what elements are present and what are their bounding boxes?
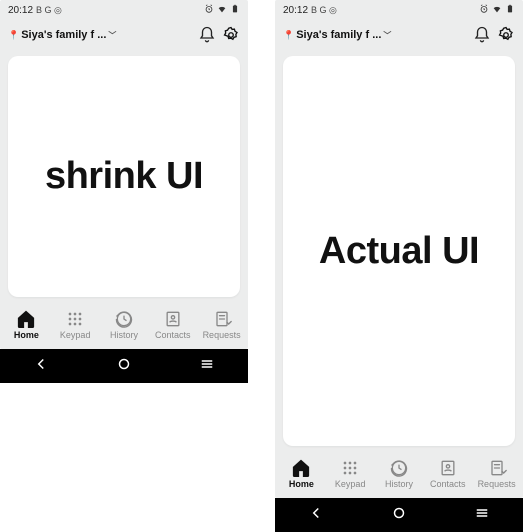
- chevron-down-icon: ﹀: [108, 30, 116, 41]
- bottom-nav: Home Keypad History Contacts Requests: [0, 301, 248, 349]
- android-nav-bar: [275, 498, 523, 532]
- chevron-down-icon: ﹀: [383, 30, 391, 41]
- tab-contacts[interactable]: Contacts: [423, 458, 472, 489]
- tab-keypad[interactable]: Keypad: [326, 458, 375, 489]
- app-header: 📍 Siya's family f ... ﹀: [275, 20, 523, 50]
- tab-label: Requests: [203, 330, 241, 340]
- android-home-button[interactable]: [390, 504, 408, 527]
- tab-contacts[interactable]: Contacts: [148, 309, 197, 340]
- battery-icon: [230, 4, 240, 17]
- phone-mock-shrink: 20:12 B G ◎ 📍 Siya's family f ... ﹀: [0, 0, 248, 383]
- tab-requests[interactable]: Requests: [197, 309, 246, 340]
- pin-icon: 📍: [8, 30, 19, 41]
- bottom-nav: Home Keypad History Contacts Requests: [275, 450, 523, 498]
- main-card: Actual UI: [283, 56, 515, 446]
- main-card: shrink UI: [8, 56, 240, 297]
- tab-label: Keypad: [335, 479, 366, 489]
- family-selector[interactable]: 📍 Siya's family f ... ﹀: [8, 29, 116, 41]
- app-header: 📍 Siya's family f ... ﹀: [0, 20, 248, 50]
- phone-mock-actual: 20:12 B G ◎ 📍 Siya's family f ... ﹀: [275, 0, 523, 532]
- tab-label: Home: [289, 479, 314, 489]
- header-actions: [473, 26, 515, 44]
- card-text: shrink UI: [45, 155, 203, 198]
- android-back-button[interactable]: [32, 355, 50, 378]
- tab-home[interactable]: Home: [277, 458, 326, 489]
- phone-body: 20:12 B G ◎ 📍 Siya's family f ... ﹀: [275, 0, 523, 498]
- breadcrumb-text: Siya's family f ...: [21, 29, 106, 41]
- tab-label: Requests: [478, 479, 516, 489]
- tab-label: Contacts: [430, 479, 466, 489]
- status-bar-right: [204, 4, 240, 17]
- family-selector[interactable]: 📍 Siya's family f ... ﹀: [283, 29, 391, 41]
- card-area: shrink UI: [0, 50, 248, 301]
- wifi-icon: [217, 4, 227, 17]
- android-recents-button[interactable]: [473, 504, 491, 527]
- android-home-button[interactable]: [115, 355, 133, 378]
- tab-label: History: [385, 479, 413, 489]
- status-bar-right: [479, 4, 515, 17]
- status-indicators: B G ◎: [36, 5, 62, 16]
- tab-label: Home: [14, 330, 39, 340]
- battery-icon: [505, 4, 515, 17]
- gear-icon[interactable]: [497, 26, 515, 44]
- wifi-icon: [492, 4, 502, 17]
- tab-home[interactable]: Home: [2, 309, 51, 340]
- status-bar-left: 20:12 B G ◎: [283, 5, 337, 16]
- tab-label: Keypad: [60, 330, 91, 340]
- tab-label: Contacts: [155, 330, 191, 340]
- card-area: Actual UI: [275, 50, 523, 450]
- tab-label: History: [110, 330, 138, 340]
- tab-requests[interactable]: Requests: [472, 458, 521, 489]
- tab-history[interactable]: History: [375, 458, 424, 489]
- status-bar-left: 20:12 B G ◎: [8, 5, 62, 16]
- android-recents-button[interactable]: [198, 355, 216, 378]
- bell-icon[interactable]: [473, 26, 491, 44]
- pin-icon: 📍: [283, 30, 294, 41]
- status-time: 20:12: [283, 5, 308, 16]
- tab-keypad[interactable]: Keypad: [51, 309, 100, 340]
- breadcrumb-text: Siya's family f ...: [296, 29, 381, 41]
- alarm-icon: [204, 4, 214, 17]
- tab-history[interactable]: History: [100, 309, 149, 340]
- status-indicators: B G ◎: [311, 5, 337, 16]
- android-nav-bar: [0, 349, 248, 383]
- header-actions: [198, 26, 240, 44]
- alarm-icon: [479, 4, 489, 17]
- android-back-button[interactable]: [307, 504, 325, 527]
- gear-icon[interactable]: [222, 26, 240, 44]
- status-time: 20:12: [8, 5, 33, 16]
- status-bar: 20:12 B G ◎: [0, 0, 248, 20]
- card-text: Actual UI: [319, 230, 479, 273]
- phone-body: 20:12 B G ◎ 📍 Siya's family f ... ﹀: [0, 0, 248, 349]
- bell-icon[interactable]: [198, 26, 216, 44]
- status-bar: 20:12 B G ◎: [275, 0, 523, 20]
